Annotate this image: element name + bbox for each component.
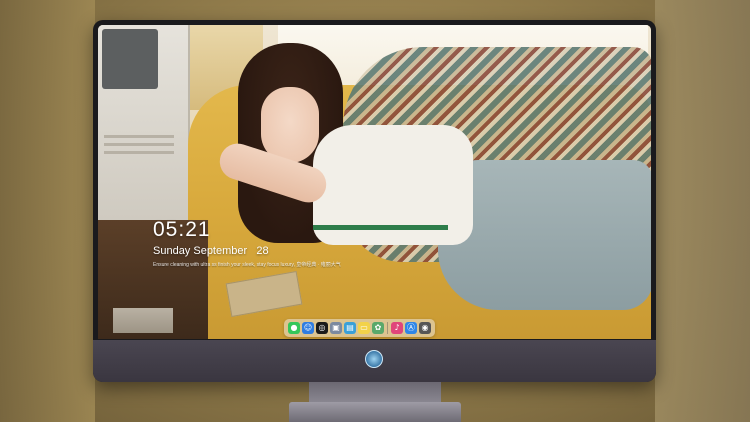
preview-icon[interactable]: ▣ [330,322,342,334]
imac-monitor: 05:21 Sunday September 28 Ensure cleanin… [93,20,656,382]
background-blur-left [0,0,95,422]
monitor-stand-neck [309,382,441,404]
music-icon[interactable]: ♪ [391,322,403,334]
claquette-icon[interactable]: ▤ [344,322,356,334]
wallpaper-crt-vent [104,135,174,138]
monitor-stand-base [289,402,461,422]
notes-icon[interactable]: ▭ [358,322,370,334]
photos-icon[interactable]: ✿ [372,322,384,334]
background-blur-right [655,0,750,422]
safari-icon[interactable]: ◎ [316,322,328,334]
lockscreen-time: 05:21 [153,218,211,241]
wallpaper-shirt-stripe [313,225,448,230]
dock: ● ☺ ◎ ▣ ▤ ▭ ✿ ♪ Ⓐ ◉ [284,319,435,337]
lockscreen-note: Ensure cleaning with ultra ss finish you… [153,262,341,268]
screen: 05:21 Sunday September 28 Ensure cleanin… [98,25,651,339]
wallpaper-crt-computer [98,25,190,220]
messages-icon[interactable]: ● [288,322,300,334]
finder-icon[interactable]: ☺ [302,322,314,334]
wallpaper-books [113,308,173,333]
lockscreen-date: Sunday September 28 [153,245,269,257]
wallpaper-crt-vent [104,151,174,154]
app-store-icon[interactable]: Ⓐ [405,322,417,334]
monitor-logo-icon [365,350,383,368]
dock-separator [387,322,388,334]
camera-icon[interactable]: ◉ [419,322,431,334]
wallpaper-crt-vent [104,143,174,146]
wallpaper-crt-screen [102,29,158,89]
wallpaper-face [261,87,319,163]
